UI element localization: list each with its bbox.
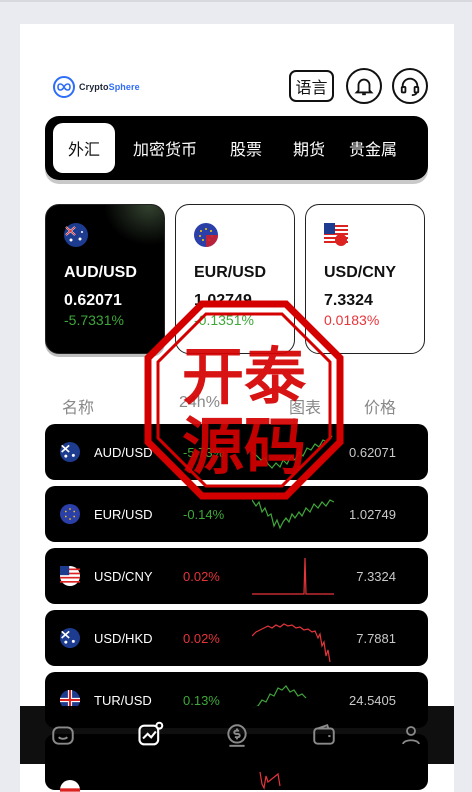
row-change: 0.02% (183, 631, 220, 646)
headset-icon (400, 77, 420, 97)
language-button[interactable]: 语言 (289, 70, 334, 102)
ticker-card-usd-cny[interactable]: USD/CNY 7.3324 0.0183% (305, 204, 425, 354)
nav-markets[interactable] (132, 717, 168, 753)
card-pair: USD/CNY (324, 264, 397, 281)
market-chart-icon (138, 721, 164, 746)
nav-home[interactable] (45, 717, 81, 753)
card-price: 7.3324 (324, 292, 373, 309)
window-top-border (0, 0, 472, 2)
row-symbol: USD/CNY (94, 569, 153, 584)
profile-icon (401, 726, 420, 745)
market-category-tabs: 外汇 加密货币 股票 期货 贵金属 (45, 116, 428, 180)
ticker-card-eur-usd[interactable]: EUR/USD 1.02749 -0.1351% (175, 204, 295, 354)
col-price: 价格 (364, 400, 397, 417)
col-chart: 图表 (289, 400, 322, 417)
au-flag-icon (60, 628, 80, 648)
row-symbol: USD/HKD (94, 631, 153, 646)
nav-wallet[interactable] (306, 717, 342, 753)
card-price: 1.02749 (194, 292, 252, 309)
eu-flag-icon (60, 504, 80, 524)
row-change: 0.02% (183, 569, 220, 584)
bottom-navigation (20, 706, 454, 764)
row-change: -5.73% (183, 445, 225, 460)
wallet-icon (313, 724, 335, 745)
home-icon (52, 726, 75, 745)
tab-precious-metals[interactable]: 贵金属 (341, 123, 405, 173)
card-change: 0.0183% (324, 312, 380, 328)
card-change: -5.7331% (64, 312, 124, 328)
row-sparkline (252, 435, 333, 469)
col-name: 名称 (62, 400, 95, 417)
card-pair: EUR/USD (194, 264, 267, 281)
support-button[interactable] (392, 68, 428, 104)
card-pair: AUD/USD (64, 264, 137, 281)
brand-logo[interactable]: CryptoSphere (53, 76, 140, 98)
card-price: 0.62071 (64, 292, 122, 309)
uk-flag-icon (60, 780, 80, 792)
us-flag-icon (324, 223, 348, 247)
notifications-button[interactable] (346, 68, 382, 104)
brand-name: CryptoSphere (79, 82, 140, 92)
app-screen: CryptoSphere 语言 外汇 加密货币 股票 期货 贵金属 AUD/US… (20, 24, 454, 792)
market-row-usd-cny[interactable]: USD/CNY 0.02% 7.3324 (45, 548, 428, 604)
tab-crypto[interactable]: 加密货币 (115, 123, 215, 173)
row-symbol: AUD/USD (94, 445, 153, 460)
eu-flag-icon (194, 223, 218, 247)
au-flag-icon (64, 223, 88, 247)
row-sparkline (252, 623, 331, 663)
market-row-usd-hkd[interactable]: USD/HKD 0.02% 7.7881 (45, 610, 428, 666)
row-price: 0.62071 (349, 445, 396, 460)
row-sparkline (252, 557, 334, 595)
market-row-eur-usd[interactable]: EUR/USD -0.14% 1.02749 (45, 486, 428, 542)
row-price: 1.02749 (349, 507, 396, 522)
row-change: -0.14% (183, 507, 225, 522)
col-change: 24h% (179, 394, 220, 411)
bell-icon (354, 78, 374, 96)
logo-icon (53, 76, 75, 98)
row-sparkline (259, 771, 281, 790)
tab-forex[interactable]: 外汇 (53, 123, 115, 173)
tab-futures[interactable]: 期货 (277, 123, 341, 173)
us-flag-icon (60, 566, 80, 586)
row-price: 7.3324 (356, 569, 396, 584)
nav-trade[interactable] (219, 717, 255, 753)
nav-profile[interactable] (393, 717, 429, 753)
card-change: -0.1351% (194, 312, 254, 328)
row-price: 7.7881 (356, 631, 396, 646)
tab-stocks[interactable]: 股票 (215, 123, 277, 173)
trade-coin-icon (227, 724, 247, 747)
row-sparkline (252, 499, 334, 530)
au-flag-icon (60, 442, 80, 462)
market-row-aud-usd[interactable]: AUD/USD -5.73% 0.62071 (45, 424, 428, 480)
row-symbol: EUR/USD (94, 507, 153, 522)
ticker-card-aud-usd[interactable]: AUD/USD 0.62071 -5.7331% (45, 204, 165, 354)
